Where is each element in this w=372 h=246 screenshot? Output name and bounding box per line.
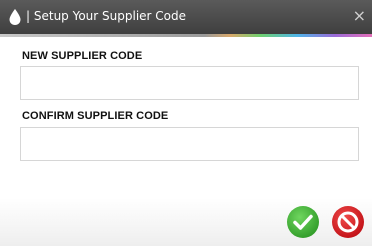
title-accent-bar	[0, 34, 372, 37]
dialog-title: | Setup Your Supplier Code	[26, 9, 187, 23]
close-button[interactable]: ×	[353, 5, 366, 27]
confirm-button[interactable]	[286, 205, 320, 239]
cancel-button[interactable]	[331, 205, 365, 239]
new-supplier-code-label: NEW SUPPLIER CODE	[22, 50, 143, 62]
confirm-supplier-code-input[interactable]	[20, 127, 359, 161]
checkmark-icon	[287, 206, 319, 238]
dialog-titlebar: | Setup Your Supplier Code ×	[0, 0, 372, 34]
prohibited-icon	[332, 206, 364, 238]
confirm-supplier-code-label: CONFIRM SUPPLIER CODE	[22, 110, 169, 122]
new-supplier-code-input[interactable]	[20, 66, 359, 100]
dialog-footer	[0, 198, 372, 246]
water-drop-icon	[8, 8, 22, 26]
